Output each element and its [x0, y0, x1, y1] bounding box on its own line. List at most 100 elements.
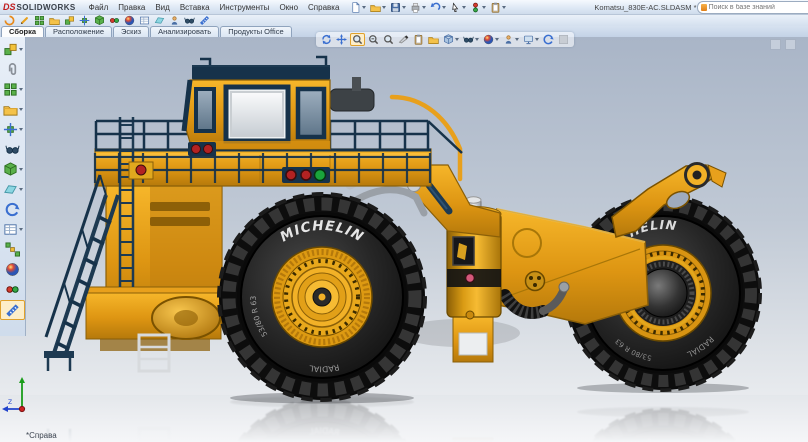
color-swirl-icon[interactable] — [3, 15, 16, 26]
rotate-view-icon[interactable] — [542, 34, 555, 45]
quick-access-toolbar — [348, 2, 508, 13]
dropdown-caret[interactable] — [19, 128, 23, 131]
traffic-light-icon[interactable] — [108, 15, 121, 26]
feature-cube-icon[interactable] — [93, 15, 106, 26]
dropdown-caret[interactable] — [19, 228, 23, 231]
dropdown-caret[interactable] — [19, 168, 23, 171]
dropdown-caret[interactable] — [482, 6, 486, 9]
svg-text:Z: Z — [8, 399, 12, 406]
show-hidden-components-icon[interactable] — [1, 140, 24, 158]
exploded-view-icon[interactable] — [1, 240, 24, 258]
pan-icon[interactable] — [335, 34, 348, 45]
heads-up-view-toolbar — [316, 32, 574, 47]
assembly-vertical-toolbar — [0, 37, 26, 336]
dropdown-caret[interactable] — [19, 88, 23, 91]
dropdown-caret[interactable] — [19, 48, 23, 51]
measure-icon[interactable] — [0, 300, 25, 320]
menu-items: ФайлПравкаВидВставкаИнструментыОкноСправ… — [84, 1, 345, 14]
measure-ruler-icon[interactable] — [198, 15, 211, 26]
folder-icon[interactable] — [48, 15, 61, 26]
open-document-icon[interactable] — [369, 2, 387, 13]
rebuild-arrows-icon[interactable] — [320, 34, 333, 45]
previous-view-icon[interactable] — [427, 34, 440, 45]
menu-help[interactable]: Справка — [303, 1, 344, 14]
graphics-viewport[interactable]: MICHELIN RADIAL 53/80 R 63 — [0, 37, 808, 442]
move-component-icon[interactable] — [1, 120, 24, 138]
table-grid-icon[interactable] — [138, 15, 151, 26]
view-settings-icon[interactable] — [522, 34, 540, 45]
ds-logo-mark: DS — [3, 2, 16, 12]
menu-tools[interactable]: Инструменты — [215, 1, 275, 14]
menu-view[interactable]: Вид — [150, 1, 174, 14]
options-window-icon[interactable] — [489, 2, 507, 13]
solidworks-window: DS SOLIDWORKS ФайлПравкаВидВставкаИнстру… — [0, 0, 808, 442]
tools-toolbar — [0, 15, 808, 26]
view-selector-icon[interactable] — [412, 34, 425, 45]
dropdown-caret[interactable] — [19, 188, 23, 191]
tab-office-products[interactable]: Продукты Office — [220, 26, 291, 37]
smart-fasteners-icon[interactable] — [1, 100, 24, 118]
dropdown-caret[interactable] — [19, 108, 23, 111]
dropdown-caret[interactable] — [515, 38, 519, 41]
tab-evaluate[interactable]: Анализировать — [150, 26, 219, 37]
new-document-icon[interactable] — [349, 2, 367, 13]
select-cursor-icon[interactable] — [449, 2, 467, 13]
dropdown-caret[interactable] — [462, 6, 466, 9]
dropdown-caret[interactable] — [442, 6, 446, 9]
brand-name: SOLIDWORKS — [17, 3, 76, 12]
render-disabled-icon[interactable] — [557, 34, 570, 45]
tab-sketch[interactable]: Эскиз — [113, 26, 149, 37]
pencil-sketch-icon[interactable] — [18, 15, 31, 26]
zoom-area-icon[interactable] — [382, 34, 395, 45]
tab-assembly[interactable]: Сборка — [1, 26, 44, 37]
move-component-icon[interactable] — [78, 15, 91, 26]
linear-component-pattern-icon[interactable] — [1, 80, 24, 98]
save-icon[interactable] — [389, 2, 407, 13]
dropdown-caret[interactable] — [475, 38, 479, 41]
tab-layout[interactable]: Расположение — [45, 26, 112, 37]
reference-geometry-icon[interactable] — [1, 180, 24, 198]
dropdown-caret[interactable] — [495, 38, 499, 41]
menu-insert[interactable]: Вставка — [175, 1, 215, 14]
dropdown-caret[interactable] — [455, 38, 459, 41]
task-pane-icon-2[interactable] — [785, 39, 796, 50]
zoom-out-icon[interactable] — [367, 34, 380, 45]
glasses-icon[interactable] — [183, 15, 196, 26]
apply-scene-icon[interactable] — [502, 34, 520, 45]
section-view-icon[interactable] — [397, 34, 410, 45]
dropdown-caret[interactable] — [502, 6, 506, 9]
menu-edit[interactable]: Правка — [113, 1, 150, 14]
insert-components-icon[interactable] — [1, 40, 24, 58]
dropdown-caret[interactable] — [382, 6, 386, 9]
dropdown-caret[interactable] — [362, 6, 366, 9]
bill-of-materials-icon[interactable] — [1, 220, 24, 238]
interference-detection-icon[interactable] — [1, 280, 24, 298]
dropdown-caret[interactable] — [535, 38, 539, 41]
plane-icon[interactable] — [153, 15, 166, 26]
menu-window[interactable]: Окно — [274, 1, 303, 14]
zoom-to-fit-icon[interactable] — [350, 33, 365, 46]
dropdown-caret[interactable] — [422, 6, 426, 9]
edit-appearance-icon[interactable] — [1, 260, 24, 278]
pattern-grid-icon[interactable] — [33, 15, 46, 26]
search-box — [697, 1, 808, 14]
edit-appearance-icon[interactable] — [482, 34, 500, 45]
print-icon[interactable] — [409, 2, 427, 13]
undo-icon[interactable] — [429, 2, 447, 13]
view-orientation-icon[interactable] — [442, 34, 460, 45]
rebuild-icon[interactable] — [469, 2, 487, 13]
motion-study-icon[interactable] — [1, 200, 24, 218]
assembly-cubes-icon[interactable] — [63, 15, 76, 26]
dropdown-caret[interactable] — [402, 6, 406, 9]
assembly-features-icon[interactable] — [1, 160, 24, 178]
mate-paperclip-icon[interactable] — [1, 60, 24, 78]
hide-show-items-icon[interactable] — [462, 34, 480, 45]
appearance-sphere-icon[interactable] — [123, 15, 136, 26]
search-area: ? — [697, 1, 808, 14]
3d-scene[interactable]: MICHELIN RADIAL 53/80 R 63 — [0, 37, 808, 442]
task-pane-icons — [766, 39, 796, 50]
person-icon[interactable] — [168, 15, 181, 26]
menu-file[interactable]: Файл — [84, 1, 114, 14]
task-pane-icon-1[interactable] — [770, 39, 781, 50]
search-input[interactable] — [707, 3, 808, 12]
